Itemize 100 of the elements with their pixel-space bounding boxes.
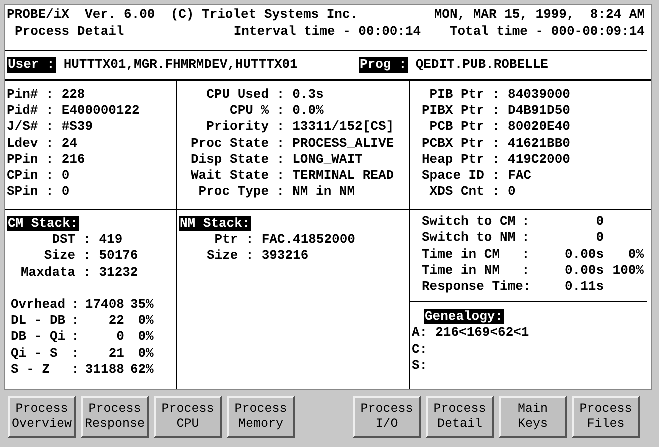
field-label: SPin : xyxy=(7,184,54,201)
field-value: QEDIT.PUB.ROBELLE xyxy=(416,56,548,73)
field-label: DB - Qi xyxy=(11,329,66,346)
field-label: Qi - S xyxy=(11,346,59,362)
section-title: NM Stack: xyxy=(179,216,252,231)
percent-value: 0% xyxy=(138,313,154,330)
field-label: Ptr : xyxy=(214,232,254,248)
field-label: PPin : xyxy=(7,152,54,168)
field-value: NM in NM xyxy=(292,184,356,201)
field-value: 0 xyxy=(508,184,516,201)
field-label: Time in CM xyxy=(422,246,502,263)
field-label: Heap Ptr : xyxy=(422,152,500,168)
colon: : xyxy=(72,313,80,330)
field-label: CPU Used : xyxy=(206,86,285,103)
interval-time: Interval time - 00:00:14 xyxy=(234,23,422,40)
field-label: Switch to CM xyxy=(422,214,517,230)
function-key[interactable]: Process Detail xyxy=(426,396,494,438)
field-value: 31232 xyxy=(99,264,138,281)
field-value: 31188 xyxy=(85,362,124,378)
colon: : xyxy=(72,346,80,362)
field-label: User : xyxy=(7,56,56,73)
field-label: Proc Type : xyxy=(198,184,285,201)
field-label: DL - DB xyxy=(11,313,66,330)
function-key[interactable]: Process I/O xyxy=(353,396,421,438)
field-value: #S39 xyxy=(62,119,94,136)
function-key[interactable]: Process Overview xyxy=(8,396,76,438)
field-label: Size : xyxy=(44,248,92,265)
field-value: 22 xyxy=(108,313,124,330)
field-value: 17408 xyxy=(85,296,124,314)
field-label: S - Z xyxy=(11,362,52,378)
section-title: CM Stack: xyxy=(7,216,80,231)
field-label: Switch to NM xyxy=(422,230,517,247)
section-title: Genealogy: xyxy=(424,309,504,324)
percent-value: 62% xyxy=(130,362,154,378)
field-value: 216 xyxy=(62,152,86,168)
field-value: HUTTTX01,MGR.FHMRMDEV,HUTTTX01 xyxy=(64,56,298,73)
field-value: 0.0% xyxy=(292,102,324,120)
field-value: 393216 xyxy=(262,248,309,265)
percent-value: 100% xyxy=(612,262,644,280)
percent-value: 0% xyxy=(628,246,644,263)
function-key[interactable]: Process Response xyxy=(81,396,149,438)
screen-title: Process Detail xyxy=(14,23,126,40)
field-label: Ldev : xyxy=(7,136,54,152)
field-value: 50176 xyxy=(99,248,138,265)
field-value: 84039000 xyxy=(508,86,570,103)
field-label: CPin : xyxy=(7,168,54,184)
percent-value: 0% xyxy=(138,329,154,346)
colon: : xyxy=(522,230,531,247)
colon: : xyxy=(522,262,531,280)
field-value: LONG_WAIT xyxy=(292,152,363,168)
field-label: Size : xyxy=(207,248,254,265)
colon: : xyxy=(522,246,531,263)
field-value: 0.00s xyxy=(564,246,604,263)
field-label: Ovrhead xyxy=(11,296,66,314)
field-value: 0.11s xyxy=(564,279,604,296)
field-value: TERMINAL READ xyxy=(292,168,394,184)
total-time: Total time - 000-00:09:14 xyxy=(450,23,645,40)
function-key[interactable]: Process Files xyxy=(572,396,640,438)
field-value: 0.3s xyxy=(292,86,324,103)
function-key[interactable]: Process Memory xyxy=(227,396,295,438)
field-label: Wait State : xyxy=(191,168,285,184)
field-value: 228 xyxy=(62,86,86,103)
field-label: Disp State : xyxy=(191,152,285,168)
field-label: C: xyxy=(412,342,428,358)
field-value: 13311/152[CS] xyxy=(292,119,394,136)
field-label: DST : xyxy=(52,232,92,248)
field-value: FAC.41852000 xyxy=(262,232,356,248)
field-value: 0 xyxy=(62,168,70,184)
field-label: PCB Ptr : xyxy=(430,119,500,136)
field-label: Space ID : xyxy=(422,168,500,184)
field-label: PIBX Ptr : xyxy=(422,102,500,120)
field-label: Response Time: xyxy=(422,279,532,296)
function-key[interactable]: Main Keys xyxy=(499,396,567,438)
percent-value: 35% xyxy=(130,296,154,314)
function-key[interactable]: Process CPU xyxy=(154,396,222,438)
field-value: 0 xyxy=(62,184,70,201)
field-value: 419 xyxy=(99,232,123,248)
field-value: 0 xyxy=(596,230,604,247)
field-label: Time in NM xyxy=(422,262,502,280)
field-label: Pin# : xyxy=(7,86,54,103)
field-value: FAC xyxy=(508,168,532,184)
field-value: 0.00s xyxy=(564,262,604,280)
field-value: 41621BB0 xyxy=(508,136,570,152)
field-label: Priority : xyxy=(206,119,285,136)
field-value: E400000122 xyxy=(62,102,140,120)
field-value: 216<169<62<1 xyxy=(436,325,530,342)
field-label: A: xyxy=(412,325,428,342)
field-label: PIB Ptr : xyxy=(430,86,500,103)
field-label: Maxdata : xyxy=(21,264,92,281)
field-value: D4B91D50 xyxy=(508,102,570,120)
field-label: S: xyxy=(412,358,428,374)
field-value: PROCESS_ALIVE xyxy=(292,136,394,152)
field-label: CPU % : xyxy=(230,102,285,120)
field-value: 419C2000 xyxy=(508,152,570,168)
field-value: 0 xyxy=(116,329,124,346)
field-label: PCBX Ptr : xyxy=(422,136,500,152)
date-time: MON, MAR 15, 1999, 8:24 AM xyxy=(434,6,645,23)
field-value: 0 xyxy=(596,214,604,230)
percent-value: 0% xyxy=(138,346,154,362)
colon: : xyxy=(522,214,531,230)
